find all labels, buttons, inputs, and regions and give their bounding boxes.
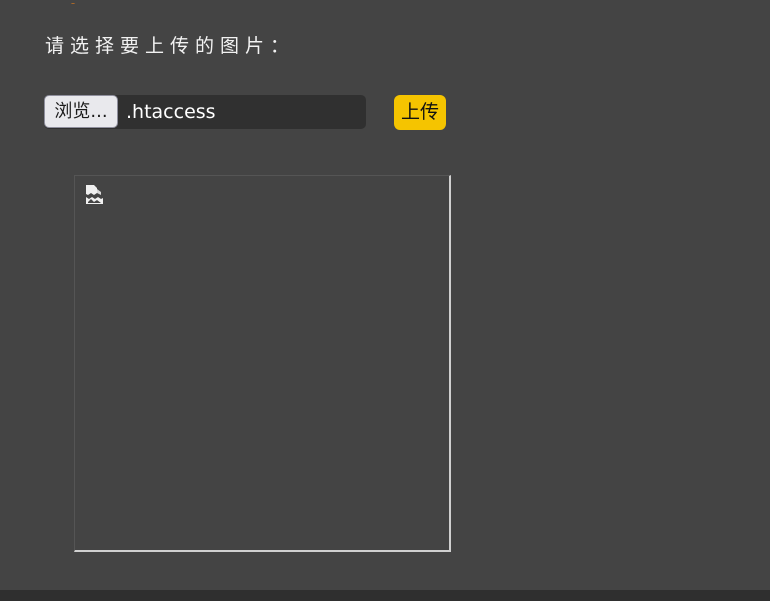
- image-preview: [74, 175, 451, 552]
- decoration-dot: [70, 3, 76, 4]
- file-input[interactable]: 浏览... .htaccess: [44, 95, 366, 129]
- browse-button[interactable]: 浏览...: [44, 95, 118, 128]
- upload-page: 请选择要上传的图片： 浏览... .htaccess 上传: [0, 0, 770, 601]
- header-decoration: [70, 0, 100, 4]
- broken-image-icon: [86, 185, 103, 204]
- upload-button[interactable]: 上传: [394, 95, 446, 130]
- upload-prompt: 请选择要上传的图片：: [45, 35, 296, 57]
- footer-bar: [0, 590, 770, 601]
- selected-file-name: .htaccess: [126, 101, 216, 123]
